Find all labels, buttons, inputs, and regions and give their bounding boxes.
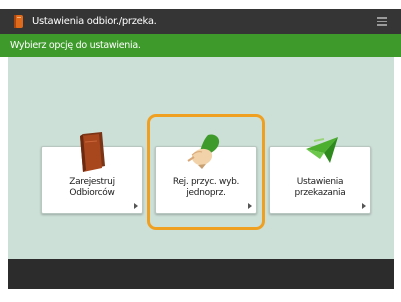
tile-label: Zarejestruj Odbiorców bbox=[69, 177, 115, 198]
chevron-right-icon bbox=[362, 203, 366, 209]
window-title: Ustawienia odbior./przeka. bbox=[32, 16, 157, 27]
tile-label: Ustawienia przekazania bbox=[294, 177, 346, 198]
address-book-icon bbox=[80, 132, 105, 172]
register-one-touch-button[interactable]: Rej. przyc. wyb. jednoprz. bbox=[155, 134, 257, 214]
hand-pointer-icon bbox=[187, 134, 220, 169]
document-icon bbox=[14, 15, 23, 28]
instruction-bar: Wybierz opcję do ustawienia. bbox=[0, 34, 401, 57]
register-recipients-button[interactable]: Zarejestruj Odbiorców bbox=[41, 132, 143, 214]
menu-icon[interactable] bbox=[377, 17, 387, 26]
screen: Ustawienia odbior./przeka. Wybierz opcję… bbox=[0, 0, 401, 302]
chevron-right-icon bbox=[134, 203, 138, 209]
title-bar: Ustawienia odbior./przeka. bbox=[0, 9, 401, 34]
instruction-text: Wybierz opcję do ustawienia. bbox=[10, 40, 141, 51]
tile-label: Rej. przyc. wyb. jednoprz. bbox=[172, 177, 240, 198]
forwarding-settings-button[interactable]: Ustawienia przekazania bbox=[269, 137, 371, 214]
chevron-right-icon bbox=[248, 203, 252, 209]
paper-plane-icon bbox=[306, 137, 338, 163]
footer-bar bbox=[8, 259, 394, 289]
